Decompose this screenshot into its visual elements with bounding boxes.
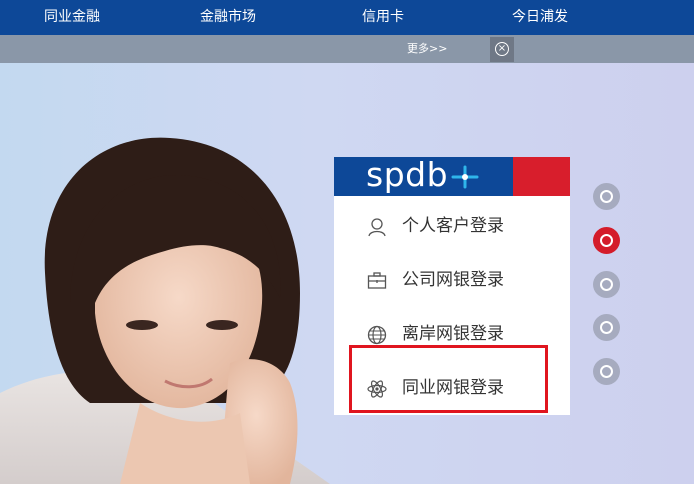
person-icon <box>368 218 386 237</box>
close-button[interactable]: × <box>490 37 514 62</box>
carousel-dot-1[interactable] <box>593 183 620 210</box>
carousel-dot-2-active[interactable] <box>593 227 620 254</box>
panel-header: spdb <box>334 155 570 196</box>
nav-item-spdb-today[interactable]: 今日浦发 <box>512 0 568 35</box>
nav-item-financial-markets[interactable]: 金融市场 <box>200 0 256 35</box>
carousel-dot-4[interactable] <box>593 314 620 341</box>
login-personal-customer[interactable]: 个人客户登录 <box>334 203 570 249</box>
atom-icon <box>367 380 387 398</box>
login-personal-label: 个人客户登录 <box>402 216 504 236</box>
briefcase-icon <box>367 272 387 289</box>
panel-header-red-tab <box>513 157 570 196</box>
nav-item-interbank-finance[interactable]: 同业金融 <box>44 0 100 35</box>
carousel-dot-5[interactable] <box>593 358 620 385</box>
carousel-dot-3[interactable] <box>593 271 620 298</box>
login-interbank-label: 同业网银登录 <box>402 378 504 398</box>
login-corporate-label: 公司网银登录 <box>402 270 504 290</box>
nav-item-credit-card[interactable]: 信用卡 <box>362 0 404 35</box>
spdb-logo: spdb <box>366 155 449 194</box>
login-offshore-banking[interactable]: 离岸网银登录 <box>334 311 570 357</box>
login-panel: spdb 个人客户登录 公司网银登录 离岸网银登录 同业网银登录 <box>334 155 570 415</box>
login-offshore-label: 离岸网银登录 <box>402 324 504 344</box>
login-interbank-banking[interactable]: 同业网银登录 <box>334 365 570 411</box>
more-bar: 更多>> <box>0 35 694 63</box>
close-circle-icon: × <box>495 42 509 56</box>
top-navigation: 同业金融 金融市场 信用卡 今日浦发 <box>0 0 694 35</box>
login-corporate-banking[interactable]: 公司网银登录 <box>334 257 570 303</box>
spdb-star-icon <box>451 165 479 189</box>
globe-icon <box>367 325 387 345</box>
more-link[interactable]: 更多>> <box>407 35 447 63</box>
